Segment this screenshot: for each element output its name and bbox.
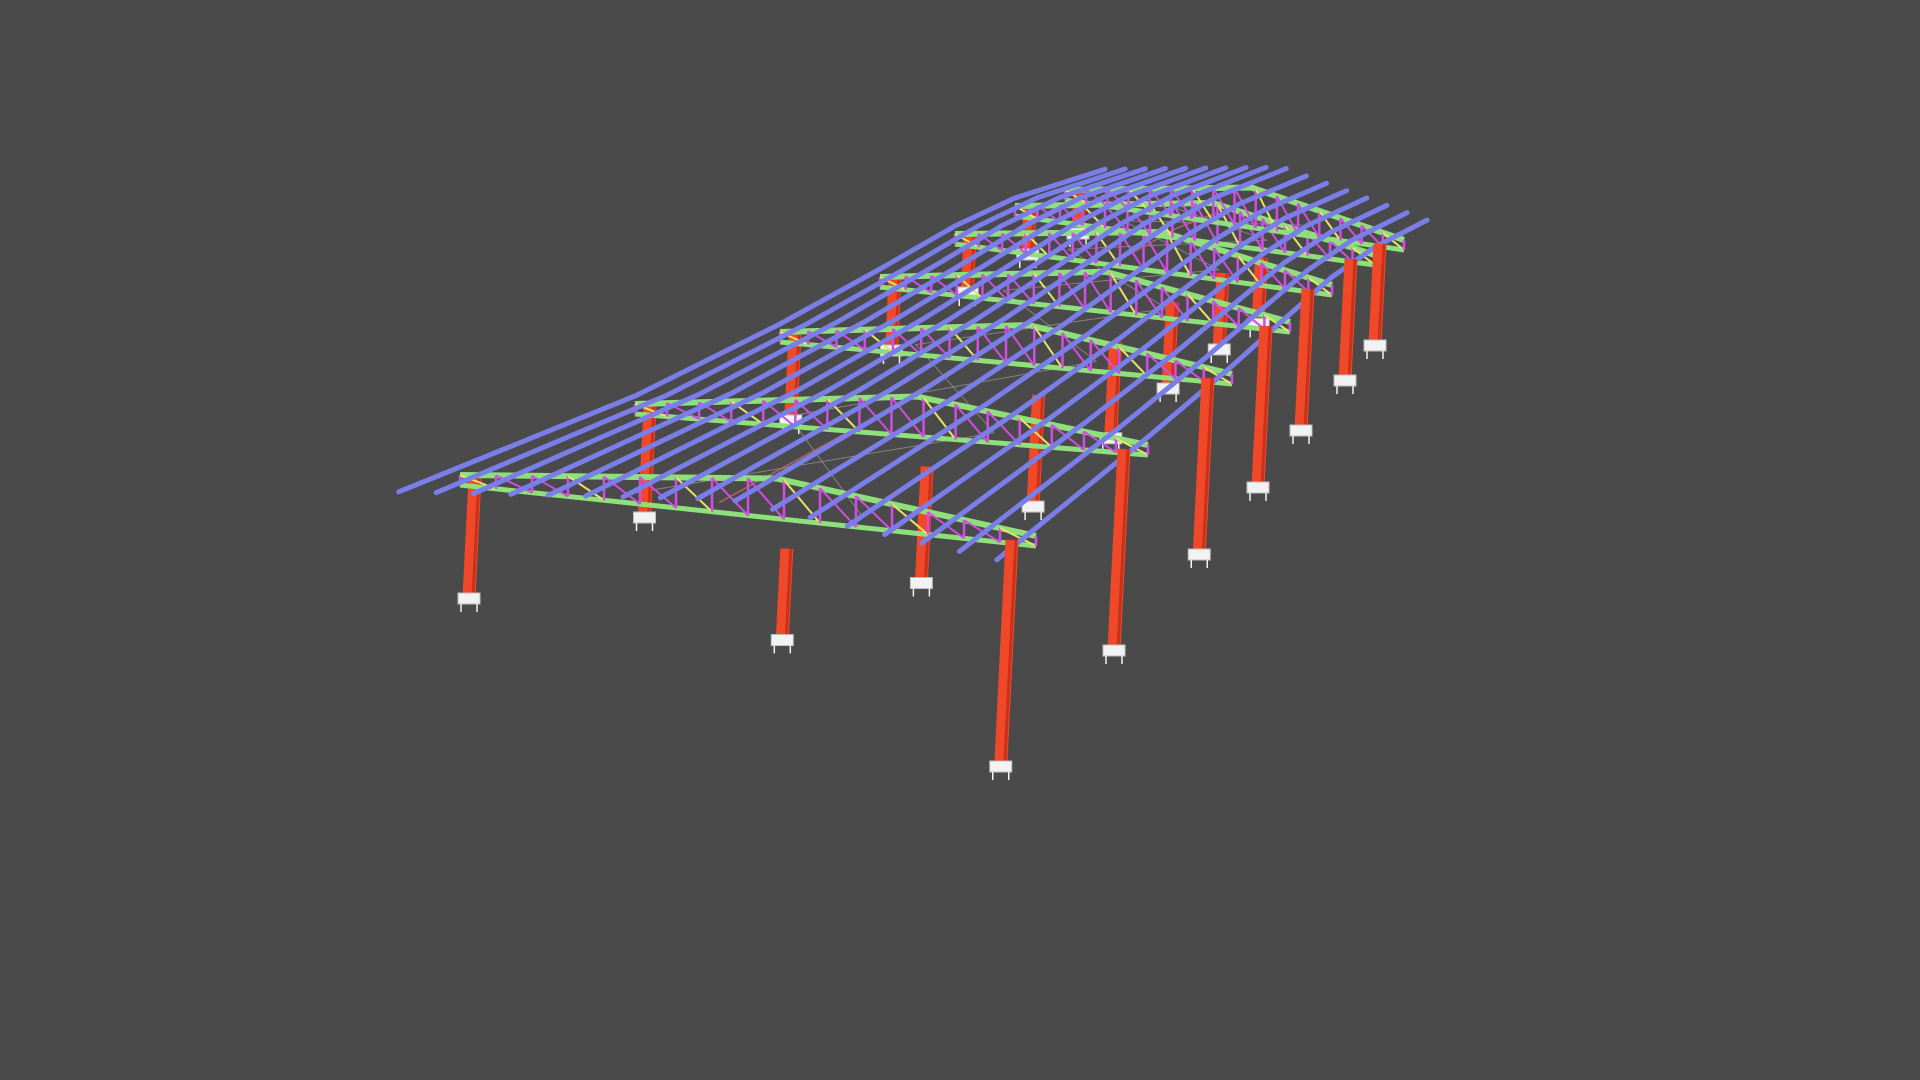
anchor-bolts — [773, 645, 792, 654]
anchor-bolts — [1024, 512, 1042, 521]
anchor-bolts — [992, 772, 1010, 780]
base-plate — [770, 634, 794, 647]
anchor-bolts — [1190, 560, 1208, 568]
base-plate — [1289, 424, 1313, 437]
3d-model-viewport[interactable] — [0, 0, 1920, 1080]
base-plate — [1187, 548, 1211, 561]
anchor-bolts — [1105, 656, 1123, 664]
anchor-bolts — [912, 588, 931, 597]
base-plate — [1246, 481, 1270, 494]
anchor-bolts — [1336, 386, 1354, 394]
base-plate — [457, 592, 481, 605]
anchor-bolts — [460, 604, 478, 612]
base-plate — [989, 760, 1013, 773]
anchor-bolts — [1210, 354, 1228, 363]
base-plate — [1333, 374, 1357, 387]
base-plate — [633, 511, 656, 524]
roof-purlins-layer — [396, 164, 1430, 563]
anchor-bolts — [635, 523, 654, 531]
base-plate — [909, 577, 933, 590]
base-plate — [1363, 339, 1387, 352]
anchor-bolts — [1366, 351, 1384, 359]
columns-front-row — [989, 243, 1387, 780]
anchor-bolts — [1292, 436, 1310, 444]
steel-structure-model — [396, 164, 1430, 780]
anchor-bolts — [1249, 493, 1267, 501]
base-plate — [1102, 644, 1126, 657]
